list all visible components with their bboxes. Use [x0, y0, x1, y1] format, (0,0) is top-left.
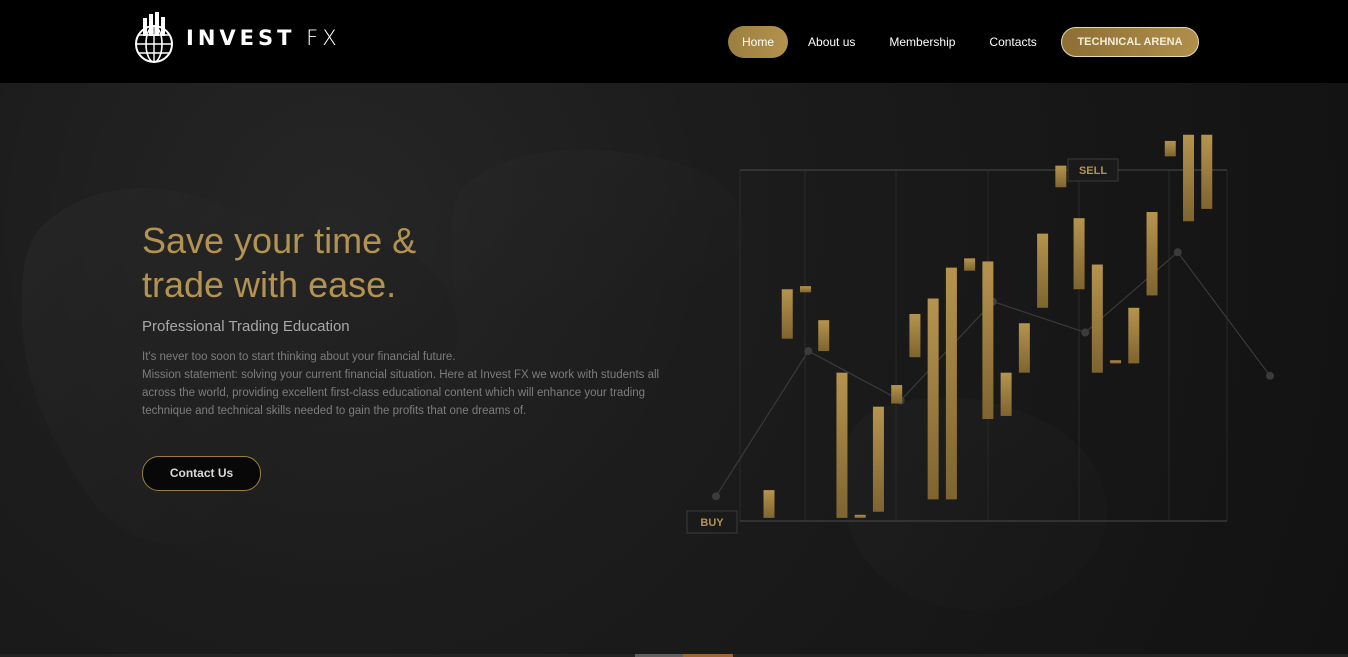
nav-membership[interactable]: Membership	[875, 26, 969, 58]
top-navbar: INVEST FX Home About us Membership Conta…	[0, 0, 1348, 83]
main-nav: Home About us Membership Contacts	[728, 26, 1057, 58]
candle	[1091, 264, 1103, 373]
candle	[1055, 165, 1067, 188]
nav-home[interactable]: Home	[728, 26, 789, 58]
candle	[982, 261, 994, 420]
trend-dot	[712, 492, 720, 501]
candle	[891, 385, 903, 404]
sell-label: SELL	[1079, 165, 1107, 177]
brand-logo[interactable]: INVEST FX	[130, 12, 341, 64]
candle	[945, 267, 957, 500]
globe-chart-icon	[135, 12, 173, 63]
candle	[1110, 360, 1122, 364]
trend-dot	[804, 347, 813, 356]
candle	[799, 286, 811, 293]
hero-section: Save your time & trade with ease. Profes…	[0, 83, 1348, 657]
sell-label-group: SELL	[1067, 158, 1145, 182]
nav-about-us[interactable]: About us	[794, 26, 869, 58]
candle	[1201, 134, 1213, 209]
candle	[818, 320, 830, 352]
candle	[763, 490, 775, 518]
candle	[836, 372, 848, 518]
candle	[854, 514, 866, 518]
candle	[1018, 323, 1030, 373]
candle	[1128, 307, 1140, 364]
technical-arena-button[interactable]: TECHNICAL ARENA	[1061, 27, 1199, 57]
brand-name: INVEST FX	[186, 26, 341, 50]
candle	[964, 258, 976, 271]
candle	[1037, 233, 1049, 308]
brand-name-part-b: FX	[306, 26, 341, 50]
candle	[927, 298, 939, 500]
candle	[909, 313, 921, 358]
candle	[1146, 212, 1158, 296]
trend-dot	[1173, 248, 1182, 257]
trading-chart: SELL BUY	[686, 134, 1274, 534]
candle	[872, 406, 884, 512]
buy-label: BUY	[700, 517, 724, 529]
trend-dot	[1081, 328, 1090, 337]
nav-contacts[interactable]: Contacts	[975, 26, 1050, 58]
brand-name-part-a: INVEST	[186, 26, 296, 50]
candle	[1073, 218, 1085, 290]
buy-label-group: BUY	[686, 510, 738, 534]
candle	[1164, 140, 1176, 157]
trend-dot	[1266, 371, 1274, 380]
candle	[1183, 134, 1195, 222]
candle	[781, 289, 793, 339]
candle	[1000, 372, 1012, 416]
